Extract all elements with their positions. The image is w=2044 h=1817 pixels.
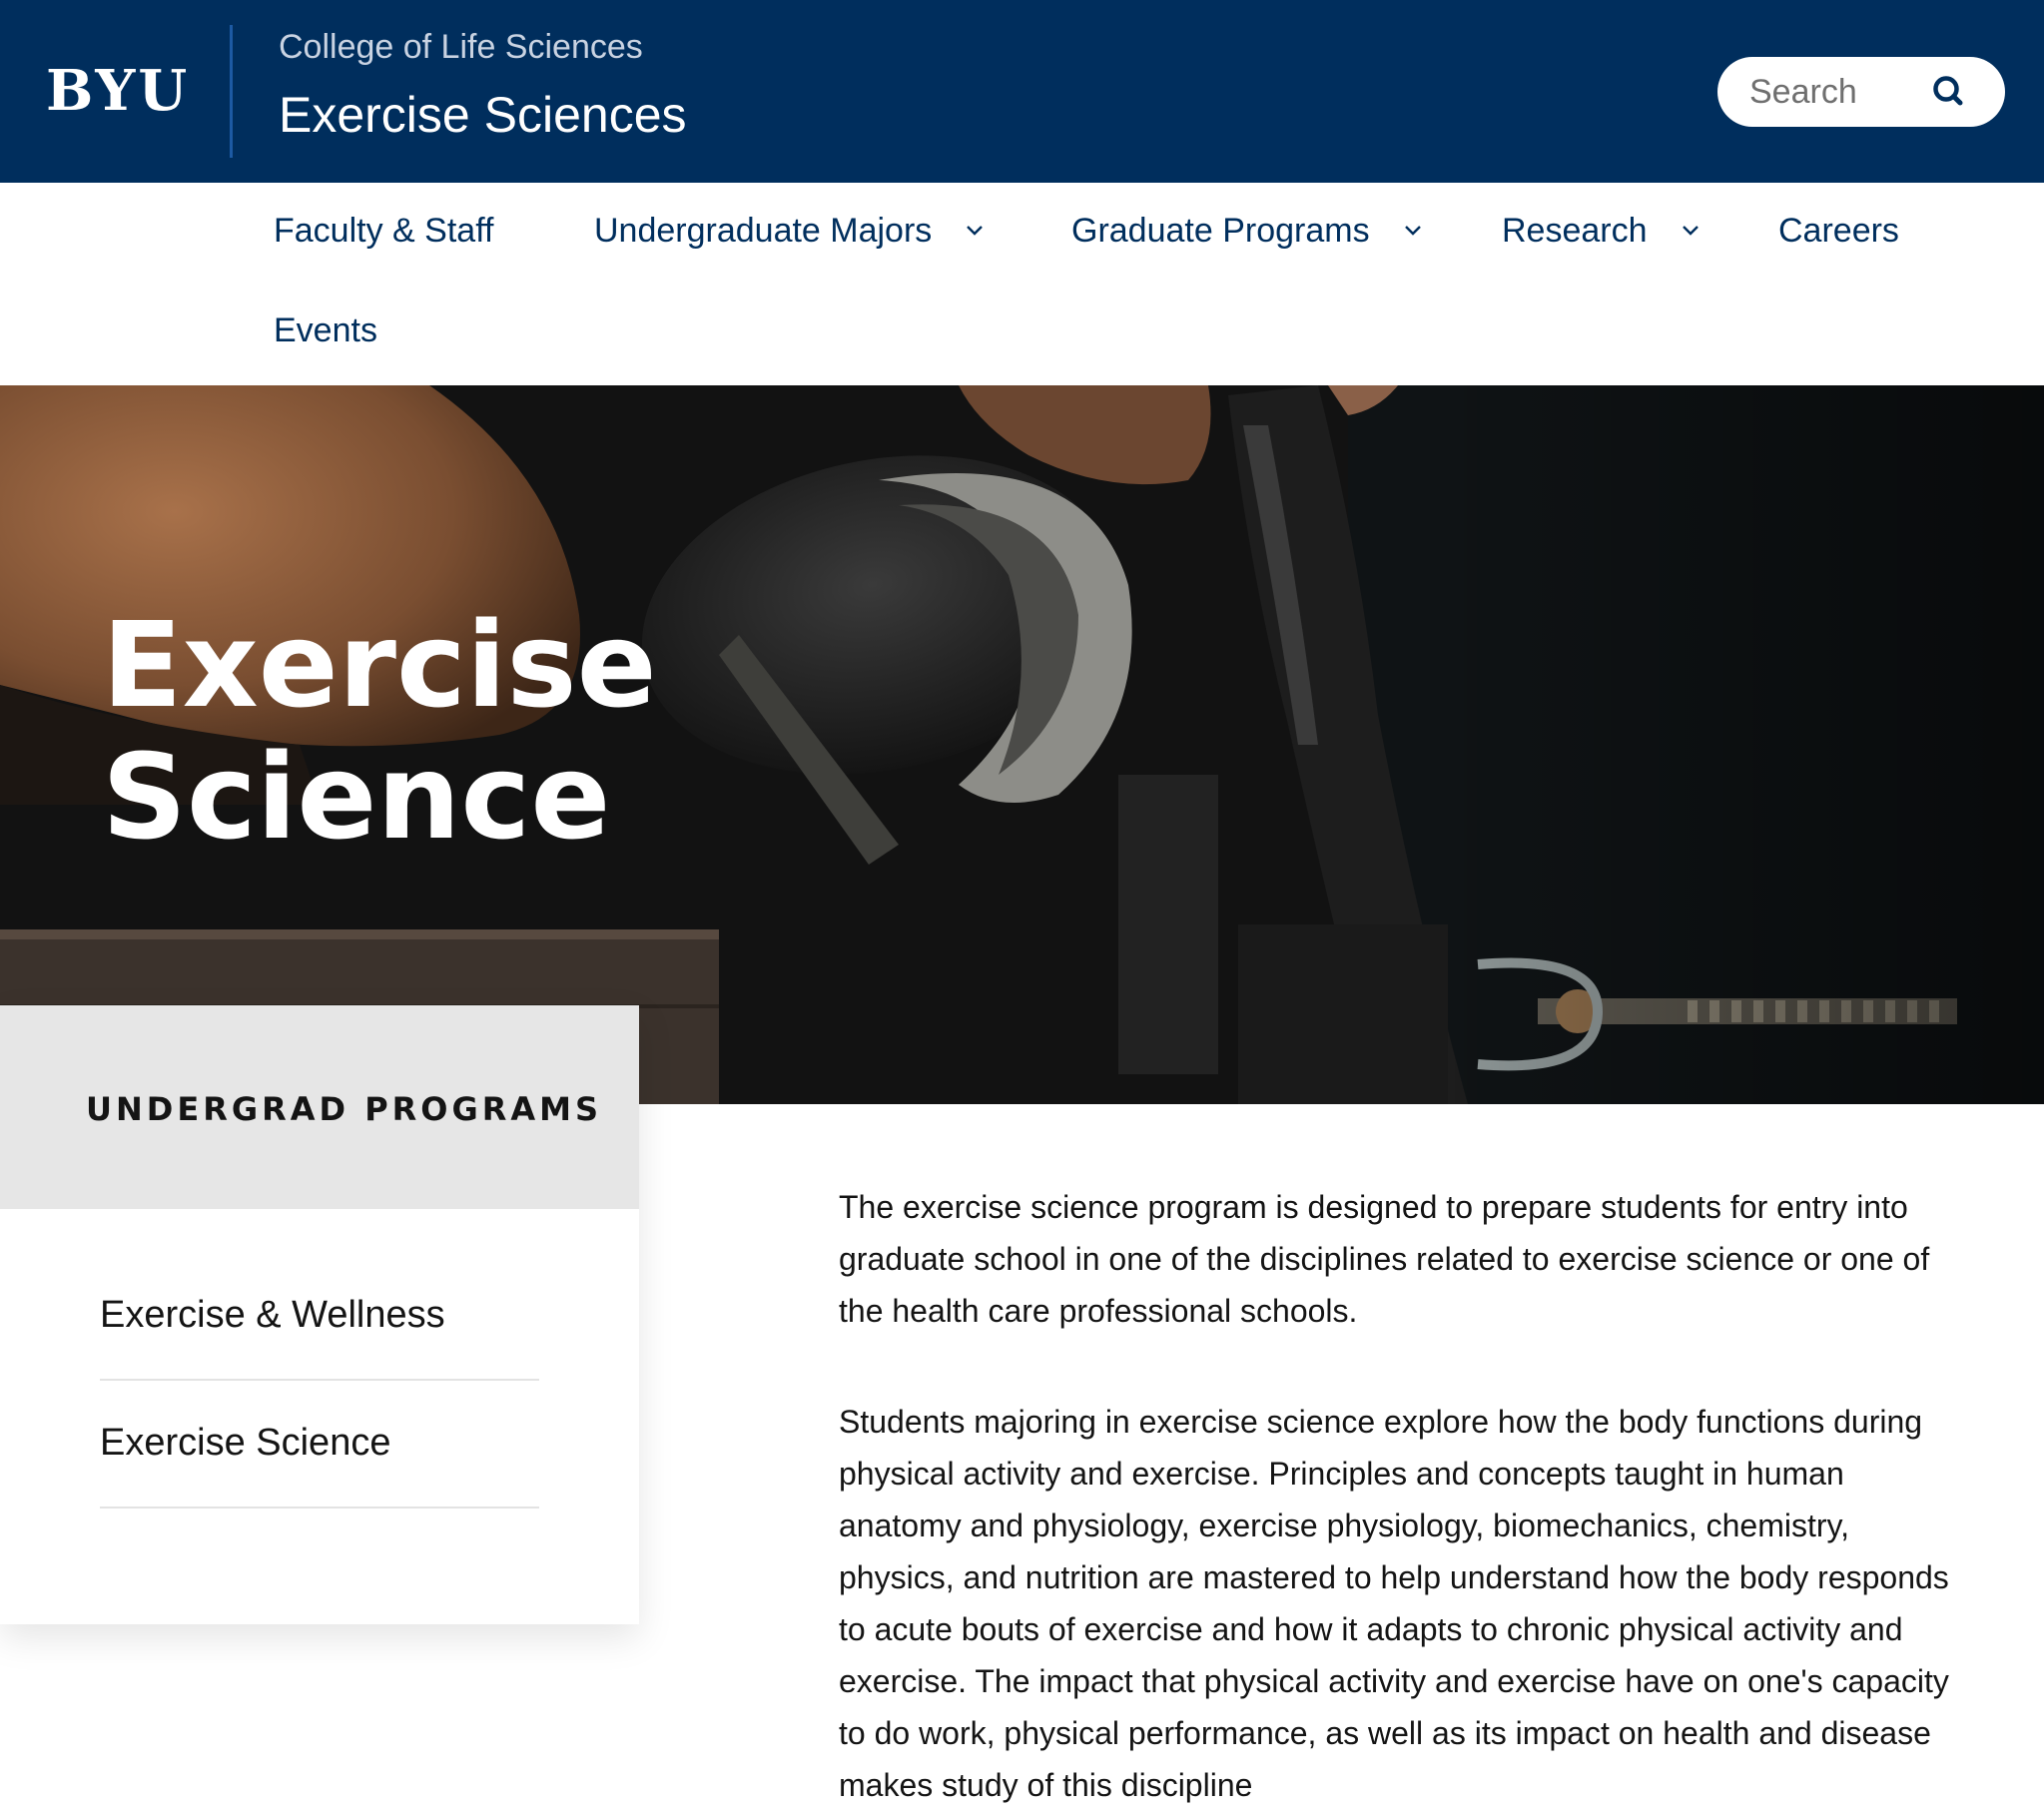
nav-label: Graduate Programs [1071, 212, 1370, 250]
hero-title-line1: Exercise [102, 596, 657, 734]
nav-research[interactable]: Research [1502, 211, 1700, 251]
sidebar-header: UNDERGRAD PROGRAMS [0, 1005, 639, 1209]
chevron-down-icon [1404, 226, 1421, 236]
content-paragraph: The exercise science program is designed… [839, 1189, 1930, 1329]
search-button[interactable] [1923, 66, 1975, 118]
nav-label: Undergraduate Majors [594, 212, 933, 250]
nav-events[interactable]: Events [274, 310, 377, 350]
nav-faculty-staff[interactable]: Faculty & Staff [274, 211, 493, 251]
search-icon [1933, 76, 1963, 106]
byu-logo[interactable]: BYU [46, 60, 190, 122]
nav-label: Research [1502, 212, 1648, 250]
search-input[interactable] [1749, 69, 1919, 115]
hero-title-line2: Science [102, 728, 611, 866]
site-header: BYU College of Life Sciences Exercise Sc… [0, 0, 2044, 183]
search-box [1717, 57, 2005, 127]
nav-graduate-programs[interactable]: Graduate Programs [1071, 211, 1422, 251]
nav-label: Faculty & Staff [274, 212, 494, 250]
sidebar: UNDERGRAD PROGRAMS Exercise & Wellness E… [0, 1005, 639, 1624]
sidebar-link-exercise-wellness[interactable]: Exercise & Wellness [100, 1253, 539, 1381]
hero-title: Exercise Science [102, 599, 657, 863]
site-title[interactable]: Exercise Sciences [279, 86, 687, 144]
nav-undergraduate-majors[interactable]: Undergraduate Majors [594, 211, 984, 251]
sidebar-link-exercise-science[interactable]: Exercise Science [100, 1381, 539, 1509]
nav-careers[interactable]: Careers [1778, 211, 1899, 251]
nav-label: Events [274, 311, 377, 349]
content-paragraph: Students majoring in exercise science ex… [839, 1404, 1949, 1803]
main-nav: Faculty & Staff Undergraduate Majors Gra… [0, 183, 2044, 385]
header-divider [230, 25, 233, 158]
chevron-down-icon [1682, 226, 1699, 236]
college-link[interactable]: College of Life Sciences [279, 27, 643, 67]
main-content: The exercise science program is designed… [839, 1181, 1952, 1817]
nav-label: Careers [1778, 212, 1899, 250]
hero-banner: Exercise Science [0, 385, 2044, 1104]
chevron-down-icon [967, 226, 984, 236]
sidebar-heading: UNDERGRAD PROGRAMS [86, 1090, 603, 1128]
